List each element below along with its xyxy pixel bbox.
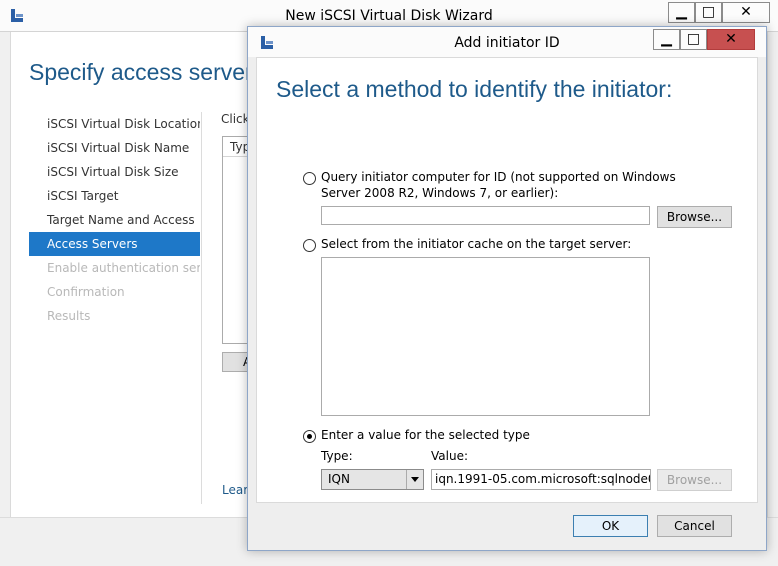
wizard-steps: iSCSI Virtual Disk Location iSCSI Virtua… <box>29 112 200 328</box>
step-disk-name[interactable]: iSCSI Virtual Disk Name <box>29 136 200 160</box>
instruction-text: Click <box>221 112 250 126</box>
chevron-down-icon <box>411 477 419 482</box>
step-confirmation: Confirmation <box>47 285 125 299</box>
dialog-heading: Select a method to identify the initiato… <box>276 76 673 102</box>
ok-button[interactable]: OK <box>573 515 648 537</box>
value-browse-button: Browse... <box>657 469 732 491</box>
close-button[interactable]: ✕ <box>722 2 770 23</box>
wizard-title: New iSCSI Virtual Disk Wizard <box>285 8 493 24</box>
step-disk-size[interactable]: iSCSI Virtual Disk Size <box>29 160 200 184</box>
dialog-body: Select a method to identify the initiato… <box>256 57 758 503</box>
maximize-icon: □ <box>701 4 716 20</box>
radio-query-initiator[interactable] <box>303 172 316 185</box>
dialog-titlebar[interactable]: Add initiator ID ▁ □ ✕ <box>248 27 766 57</box>
step-target-name-access[interactable]: Target Name and Access <box>29 208 200 232</box>
option-cache-label: Select from the initiator cache on the t… <box>321 237 632 251</box>
radio-selected-dot <box>307 434 312 439</box>
steps-divider <box>201 112 202 504</box>
option-enter-label: Enter a value for the selected type <box>321 428 530 442</box>
page-title: Specify access servers <box>29 59 265 85</box>
step-results: Results <box>47 309 91 323</box>
step-disk-location[interactable]: iSCSI Virtual Disk Location <box>29 112 200 136</box>
dialog-maximize-button[interactable]: □ <box>680 29 707 50</box>
dialog-close-button[interactable]: ✕ <box>707 29 755 50</box>
type-label: Type: <box>321 449 353 463</box>
dropdown-button[interactable] <box>406 470 423 489</box>
minimize-button[interactable]: ▁ <box>668 2 695 23</box>
maximize-icon: □ <box>686 31 701 47</box>
radio-enter-value[interactable] <box>303 430 316 443</box>
minimize-icon: ▁ <box>676 4 687 20</box>
query-browse-button[interactable]: Browse... <box>657 206 732 228</box>
option-query-label-line2: Server 2008 R2, Windows 7, or earlier): <box>321 186 559 200</box>
close-icon: ✕ <box>725 31 737 47</box>
step-enable-authentication: Enable authentication ser... <box>47 261 200 275</box>
value-input[interactable]: iqn.1991-05.com.microsoft:sqlnode01.test… <box>431 469 651 490</box>
query-computer-input[interactable] <box>321 206 650 225</box>
add-initiator-dialog: Add initiator ID ▁ □ ✕ Select a method t… <box>247 26 767 551</box>
cancel-button[interactable]: Cancel <box>657 515 732 537</box>
dialog-minimize-button[interactable]: ▁ <box>653 29 680 50</box>
radio-initiator-cache[interactable] <box>303 239 316 252</box>
type-select-value: IQN <box>328 472 350 486</box>
option-query-label-line1: Query initiator computer for ID (not sup… <box>321 170 676 184</box>
minimize-icon: ▁ <box>661 31 672 47</box>
type-select[interactable]: IQN <box>321 469 424 490</box>
step-access-servers[interactable]: Access Servers <box>29 232 200 256</box>
value-input-text: iqn.1991-05.com.microsoft:sqlnode01.test… <box>435 472 651 486</box>
dialog-footer: OK Cancel <box>248 503 766 550</box>
value-label: Value: <box>431 449 468 463</box>
initiator-cache-list[interactable] <box>321 257 650 416</box>
close-icon: ✕ <box>740 4 752 20</box>
step-iscsi-target[interactable]: iSCSI Target <box>29 184 200 208</box>
maximize-button[interactable]: □ <box>695 2 722 23</box>
